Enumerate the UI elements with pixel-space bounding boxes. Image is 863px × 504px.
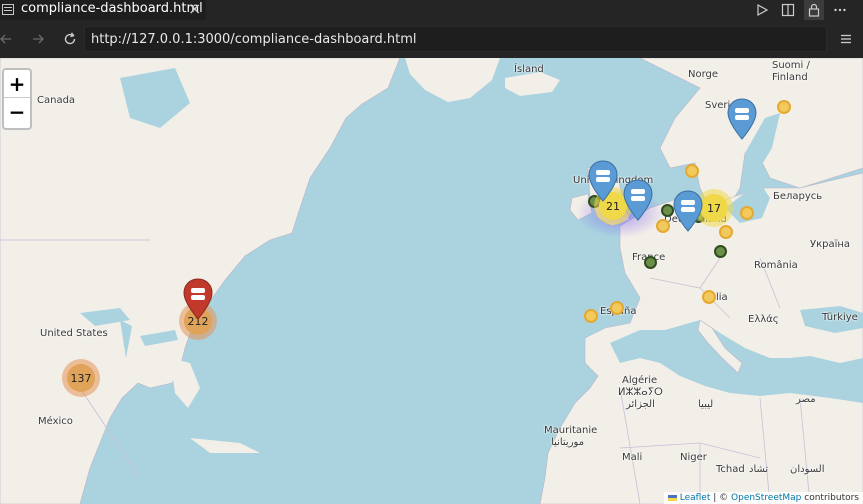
label-algerie-tifinagh: ⵍⵣⵣⴰⵢⵔ — [618, 387, 663, 398]
leaflet-link[interactable]: Leaflet — [680, 493, 711, 503]
attribution-contributors: contributors — [801, 493, 859, 503]
marker-green[interactable] — [644, 256, 657, 269]
reload-icon[interactable] — [60, 29, 80, 49]
map-attribution: Leaflet | © OpenStreetMap contributors — [663, 492, 863, 504]
server-pin-blue[interactable] — [673, 190, 703, 232]
tab-title: compliance-dashboard.html — [21, 1, 203, 16]
label-libya: ليبيا — [698, 399, 714, 410]
marker-amber[interactable] — [584, 309, 598, 323]
marker-amber[interactable] — [719, 225, 733, 239]
label-belarus: Беларусь — [773, 191, 823, 202]
label-mauritanie: Mauritanie — [544, 425, 598, 436]
marker-amber[interactable] — [656, 219, 670, 233]
label-algerie-arabic: الجزائر — [626, 399, 655, 410]
more-actions-icon[interactable] — [830, 0, 850, 20]
land-iceland — [505, 72, 560, 96]
marker-amber[interactable] — [740, 206, 754, 220]
label-ukraina: Україна — [810, 239, 851, 250]
label-finland: Finland — [772, 72, 808, 83]
tab-bar: compliance-dashboard.html × — [0, 0, 863, 20]
marker-amber[interactable] — [777, 100, 791, 114]
forward-icon[interactable] — [28, 29, 48, 49]
label-tchad-arabic: تشاد — [749, 464, 769, 475]
split-editor-icon[interactable] — [778, 0, 798, 20]
menu-icon[interactable] — [836, 29, 856, 49]
zoom-in-button[interactable]: + — [4, 70, 30, 98]
leaflet-flag-icon — [667, 494, 677, 501]
tab-compliance-dashboard[interactable]: compliance-dashboard.html × — [0, 0, 206, 20]
marker-amber[interactable] — [685, 164, 699, 178]
cluster-marker[interactable]: 137 — [62, 359, 100, 397]
label-algerie: Algérie — [622, 375, 658, 386]
label-norge: Norge — [688, 69, 719, 80]
run-icon[interactable] — [752, 0, 772, 20]
label-turkiye: Türkiye — [822, 312, 858, 323]
land-florida — [170, 358, 200, 408]
label-mexico: México — [38, 416, 73, 427]
url-field[interactable] — [84, 26, 827, 52]
close-tab-icon[interactable]: × — [188, 0, 201, 18]
label-niger: Niger — [680, 452, 707, 463]
label-sudan: السودان — [790, 464, 825, 475]
label-tchad: Tchad — [716, 464, 745, 475]
label-ellas: Ελλάς — [748, 314, 779, 325]
label-misr: مصر — [796, 394, 816, 405]
attribution-separator: | © — [710, 493, 732, 503]
marker-amber[interactable] — [702, 290, 716, 304]
server-pin-blue[interactable] — [727, 98, 757, 140]
cluster-count: 17 — [700, 194, 728, 222]
label-island: Ísland — [514, 64, 544, 75]
back-icon[interactable] — [0, 29, 16, 49]
land-greenland — [405, 58, 500, 102]
server-pin-blue[interactable] — [588, 160, 618, 202]
map-view[interactable]: Ísland Norge Suomi / Finland Sveri Canad… — [0, 58, 863, 504]
address-bar — [0, 20, 863, 58]
server-pin-blue[interactable] — [623, 179, 653, 221]
label-united-states: United States — [40, 328, 108, 339]
cluster-count: 137 — [67, 364, 95, 392]
label-mali: Mali — [622, 452, 643, 463]
label-mauritania-arabic: موريتانيا — [551, 437, 585, 448]
server-pin-red[interactable] — [183, 278, 213, 320]
file-preview-icon — [2, 4, 14, 15]
zoom-control: + − — [2, 68, 32, 130]
label-romania: România — [754, 260, 798, 271]
osm-link[interactable]: OpenStreetMap — [731, 493, 801, 503]
url-input[interactable] — [91, 30, 811, 48]
land-cuba — [190, 438, 260, 453]
label-canada: Canada — [37, 95, 76, 106]
zoom-out-button[interactable]: − — [4, 98, 30, 126]
marker-green[interactable] — [714, 245, 727, 258]
marker-amber[interactable] — [610, 301, 624, 315]
lock-icon[interactable] — [804, 0, 824, 20]
label-suomi: Suomi / — [772, 60, 810, 71]
